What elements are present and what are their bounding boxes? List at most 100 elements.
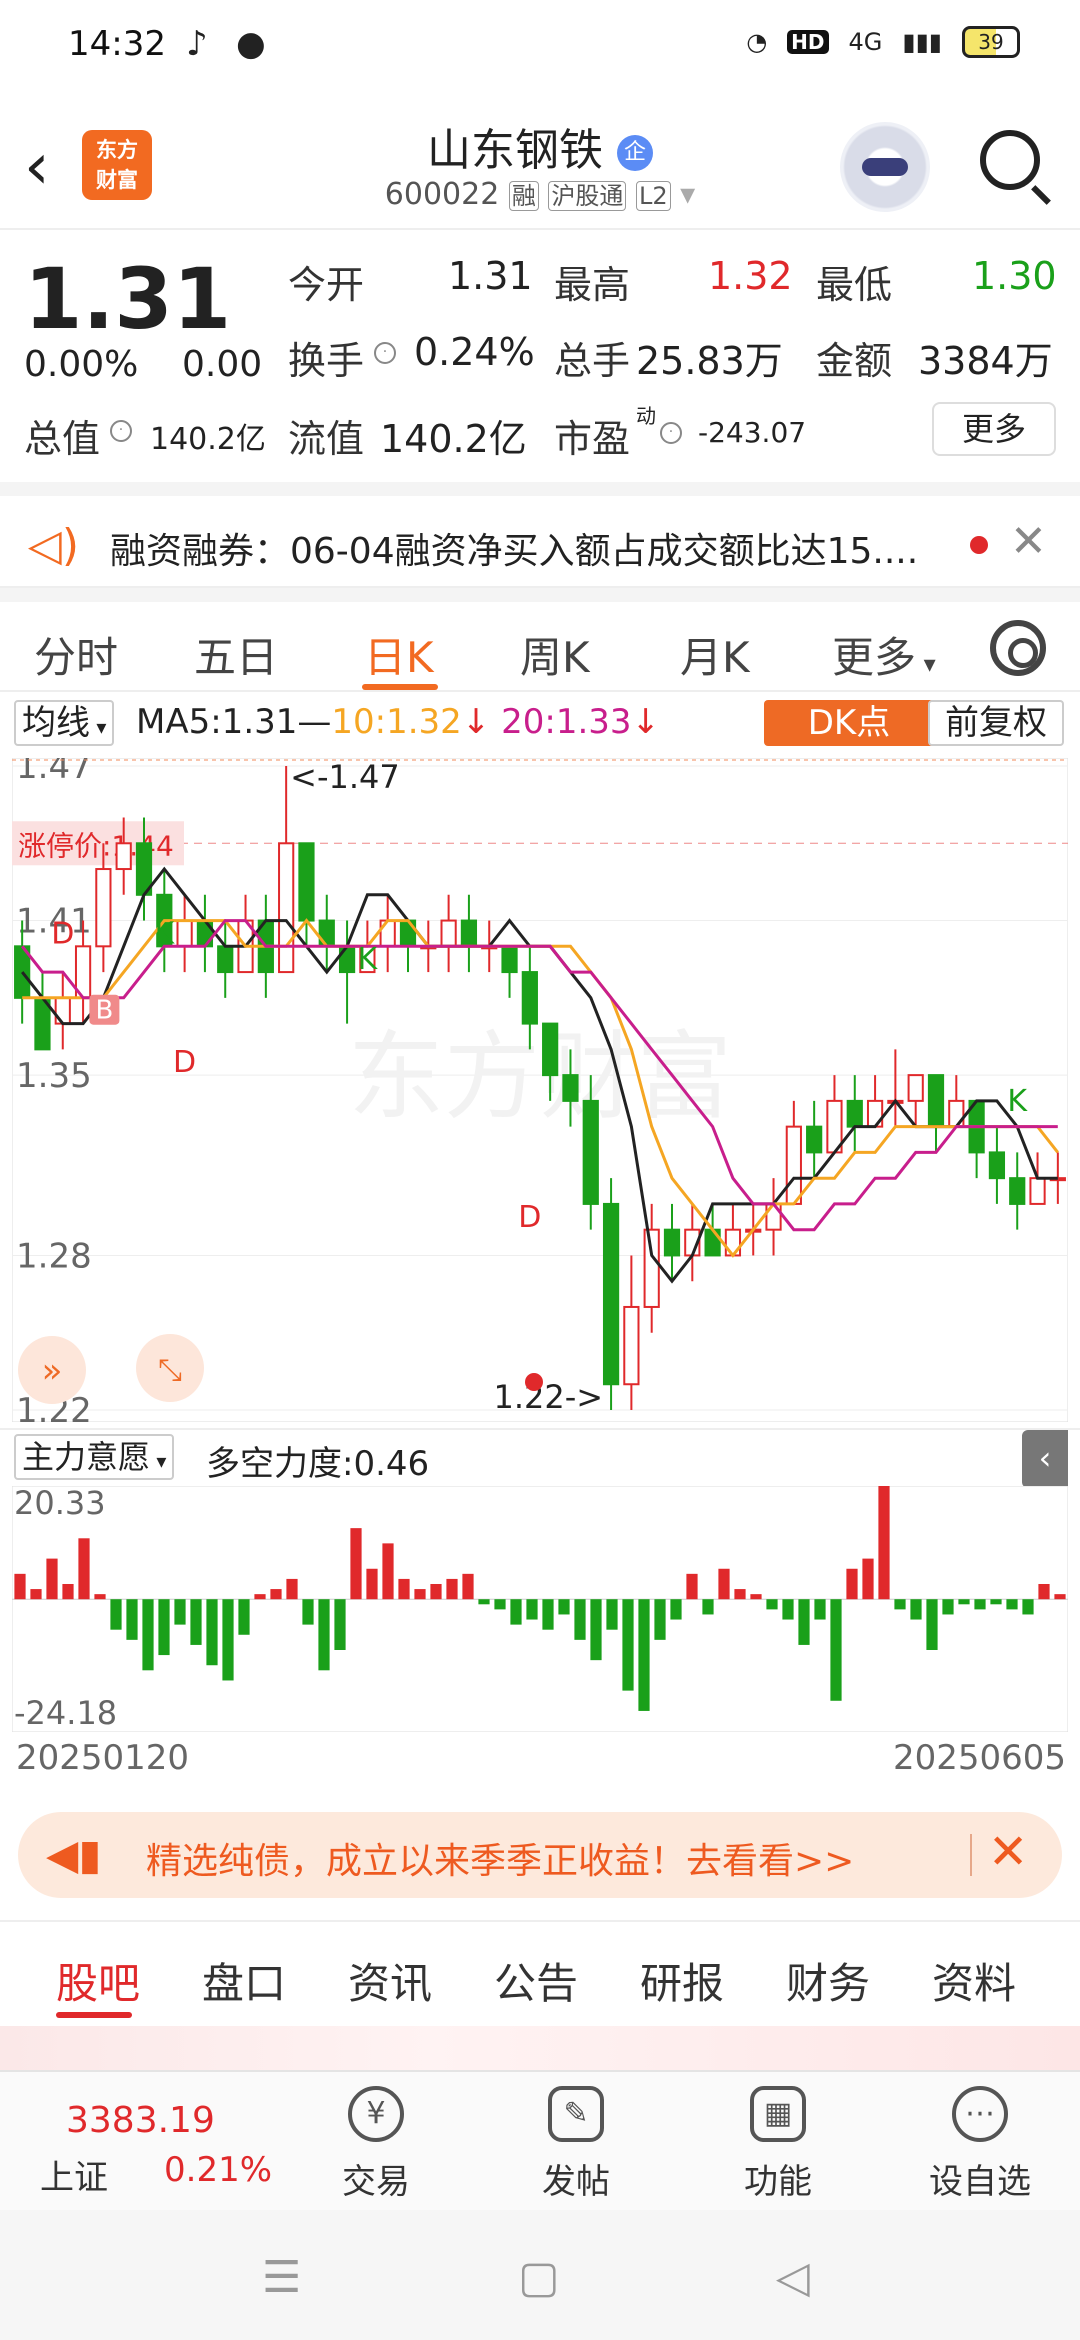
back-nav-icon[interactable]: ◁ — [776, 2252, 810, 2303]
indicator-selector[interactable]: 主力意愿 ▾ — [14, 1434, 175, 1480]
candle-body — [338, 945, 356, 974]
x-start-date: 20250120 — [16, 1738, 190, 1778]
collapse-tab-icon[interactable]: ‹ — [1022, 1430, 1068, 1488]
candle-body — [907, 1074, 924, 1102]
positive-bar — [862, 1558, 874, 1600]
section-tabs: 股吧 盘口 资讯 公告 研报 财务 资料 — [0, 1920, 1080, 2026]
functions-button[interactable]: ▦ 功能 — [708, 2086, 848, 2203]
chevron-down-icon[interactable]: ▾ — [680, 177, 695, 212]
indicator-label: 多空力度:0.46 — [206, 1444, 430, 1484]
candle-body — [196, 919, 214, 948]
tab-intraday[interactable]: 分时 — [34, 624, 118, 685]
positive-bar — [94, 1594, 106, 1600]
tab-research[interactable]: 研报 — [640, 1950, 724, 2011]
trade-button[interactable]: ¥ 交易 — [306, 2086, 446, 2203]
negative-bar — [158, 1599, 170, 1656]
candle-body — [217, 945, 234, 974]
megaphone-icon: ◀▮ — [46, 1830, 102, 1879]
down-arrow-icon: ↓ — [461, 702, 491, 742]
candle-body — [562, 1074, 579, 1102]
negative-bar — [622, 1599, 634, 1691]
tab-forum[interactable]: 股吧 — [56, 1950, 140, 2011]
tab-more[interactable]: 更多 ▾ — [832, 624, 936, 685]
candle-body — [927, 1074, 945, 1128]
assistant-robot-icon[interactable] — [840, 122, 930, 212]
adjust-button[interactable]: 前复权 — [928, 700, 1064, 746]
candle-body — [542, 1022, 559, 1077]
close-icon[interactable]: ✕ — [988, 1824, 1028, 1880]
gear-icon[interactable] — [990, 620, 1046, 676]
kline-chart[interactable]: 1.471.411.351.281.22涨停价:1.44东方财富<-1.471.… — [12, 758, 1068, 1422]
tab-announcements[interactable]: 公告 — [494, 1950, 578, 2011]
candle-body — [806, 1125, 823, 1154]
tab-profile[interactable]: 资料 — [932, 1950, 1016, 2011]
negative-bar — [814, 1599, 826, 1620]
indicator-frame — [12, 1486, 1068, 1732]
chevron-down-icon: ▾ — [90, 715, 107, 739]
info-icon[interactable]: · — [110, 420, 132, 442]
notice-bar[interactable]: ◁) 融资融券：06-04融资净买入额占成交额比达15.... ✕ — [0, 482, 1080, 588]
negative-bar — [638, 1599, 650, 1711]
notice-text[interactable]: 融资融券：06-04融资净买入额占成交额比达15.... — [110, 522, 918, 574]
tab-five-day[interactable]: 五日 — [194, 624, 278, 685]
tab-monthly-k[interactable]: 月K — [680, 624, 750, 685]
candle-body — [176, 919, 193, 948]
k-marker: K — [154, 916, 175, 951]
tab-orderbook[interactable]: 盘口 — [202, 1950, 286, 2011]
ma-selector[interactable]: 均线 ▾ — [14, 700, 115, 746]
positive-bar — [286, 1578, 298, 1600]
status-right: ◔ HD 4G ▮▮▮ 39 — [746, 26, 1020, 58]
positive-bar — [846, 1568, 858, 1600]
float-label: 流值 — [288, 417, 365, 461]
close-icon[interactable]: ✕ — [1010, 516, 1047, 567]
tab-financials[interactable]: 财务 — [786, 1950, 870, 2011]
tab-news[interactable]: 资讯 — [348, 1950, 432, 2011]
ma5-dash: — — [297, 702, 332, 742]
turnover-value: 0.24% — [414, 330, 535, 374]
negative-bar — [206, 1599, 218, 1666]
amount-label: 金额 — [816, 339, 893, 383]
content-peek — [0, 2026, 1080, 2070]
positive-bar — [414, 1589, 426, 1600]
negative-bar — [526, 1599, 538, 1620]
negative-bar — [302, 1599, 314, 1625]
candle-body — [643, 1228, 660, 1308]
info-icon[interactable]: · — [660, 422, 682, 444]
promo-banner[interactable]: ◀▮ 精选纯债，成立以来季季正收益！去看看>> ✕ — [18, 1812, 1062, 1898]
positive-bar — [750, 1594, 762, 1600]
pe-label: 市盈 — [554, 417, 631, 461]
candle-body — [602, 1202, 620, 1386]
promo-text[interactable]: 精选纯债，成立以来季季正收益！去看看>> — [146, 1832, 854, 1884]
tag-connect: 沪股通 — [548, 181, 627, 211]
tag-margin: 融 — [508, 181, 539, 211]
tab-weekly-k[interactable]: 周K — [520, 624, 590, 685]
positive-bar — [878, 1486, 890, 1600]
menu-icon[interactable]: ☰ — [262, 2252, 301, 2303]
tab-active-indicator — [56, 2012, 132, 2018]
add-watchlist-button[interactable]: ⋯ 设自选 — [910, 2086, 1050, 2203]
indicator-chart[interactable]: 20.33 -24.18 — [12, 1486, 1068, 1732]
tag-level2: L2 — [635, 181, 671, 211]
hd-badge: HD — [787, 30, 829, 54]
candle-body — [318, 919, 335, 948]
candle-body — [623, 1305, 640, 1386]
negative-bar — [670, 1599, 682, 1620]
ma20-value: 20:1.33 — [501, 702, 632, 742]
post-button[interactable]: ✎ 发帖 — [506, 2086, 646, 2203]
index-ticker[interactable]: 3383.19 上证 0.21% — [0, 2072, 290, 2212]
info-icon[interactable]: · — [374, 342, 396, 364]
stock-code: 600022 — [384, 177, 500, 212]
more-icon: ⋯ — [952, 2086, 1008, 2142]
chevron-down-icon: ▾ — [150, 1449, 167, 1473]
indicator-selector-label: 主力意愿 — [22, 1438, 151, 1476]
dk-point-button[interactable]: DK点 — [764, 700, 934, 746]
candle-body — [278, 842, 295, 974]
more-button[interactable]: 更多 — [932, 402, 1056, 456]
post-icon: ✎ — [548, 2086, 604, 2142]
tab-daily-k[interactable]: 日K — [364, 624, 434, 685]
max-price-label: <-1.47 — [290, 758, 400, 796]
d-marker: D — [518, 1200, 541, 1235]
positive-bar — [686, 1573, 698, 1600]
home-icon[interactable]: ▢ — [518, 2252, 560, 2303]
search-icon[interactable] — [980, 130, 1040, 190]
